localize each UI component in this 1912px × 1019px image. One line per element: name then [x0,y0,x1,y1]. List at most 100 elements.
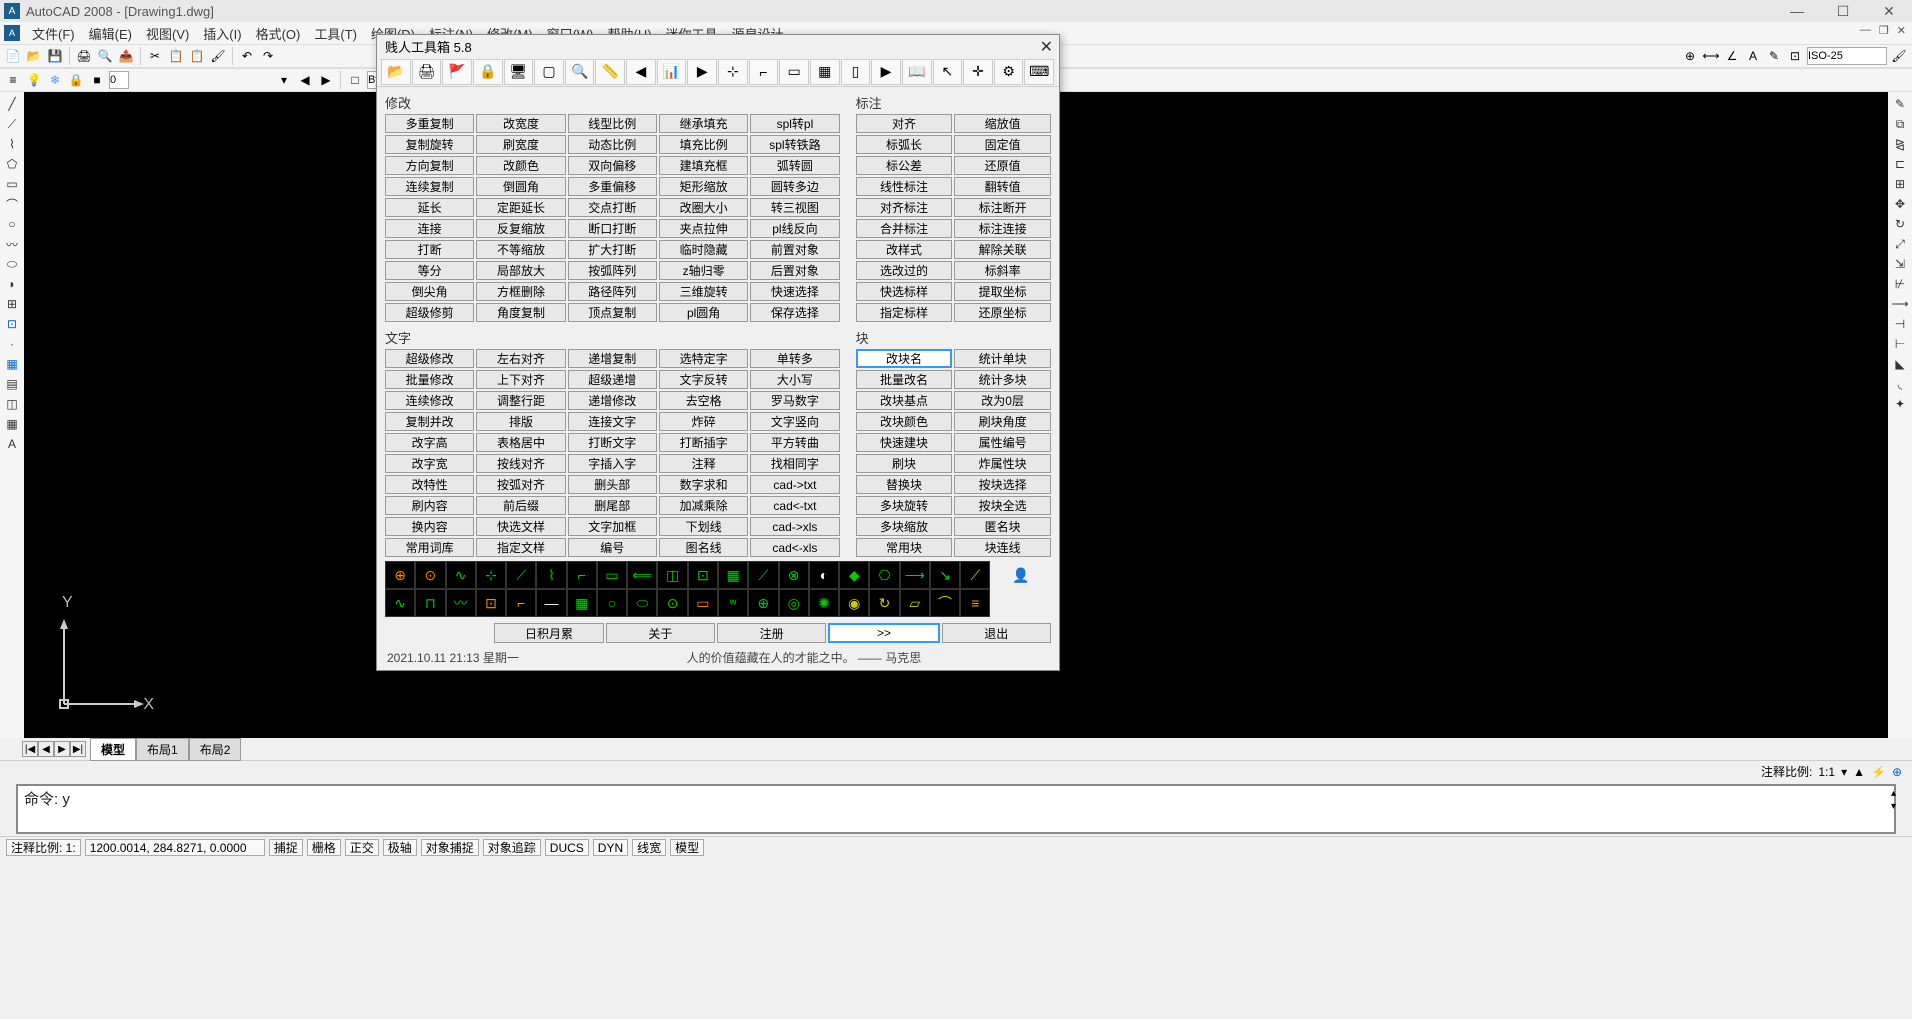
menu-file[interactable]: 文件(F) [26,22,81,45]
modify-button[interactable]: 多重偏移 [568,177,657,196]
strip-icon[interactable]: ◉ [839,589,869,617]
publish-icon[interactable]: 📤 [117,47,135,65]
dt-print-icon[interactable]: 🖨 [412,59,442,85]
strip-icon[interactable]: ⊡ [476,589,506,617]
strip-icon[interactable]: ⊡ [688,561,718,589]
new-icon[interactable]: 📄 [4,47,22,65]
tab-prev-icon[interactable]: ◀ [38,741,54,757]
text-button[interactable]: cad<-txt [750,496,839,515]
strip-icon[interactable]: ⌐ [506,589,536,617]
mdi-close[interactable]: ✕ [1897,24,1906,37]
tab-model[interactable]: 模型 [90,738,136,761]
modify-button[interactable]: 顶点复制 [568,303,657,322]
layer-lock-icon[interactable]: 🔒 [67,71,85,89]
menu-tools[interactable]: 工具(T) [308,22,363,45]
modify-button[interactable]: 刷宽度 [476,135,565,154]
modify-button[interactable]: 超级修剪 [385,303,474,322]
block-button[interactable]: 多块缩放 [856,517,953,536]
modify-button[interactable]: 反复缩放 [476,219,565,238]
text-button[interactable]: 批量修改 [385,370,474,389]
text-button[interactable]: 排版 [476,412,565,431]
undo-icon[interactable]: ↶ [238,47,256,65]
region-icon[interactable]: ◫ [2,395,22,413]
text-button[interactable]: 文字加框 [568,517,657,536]
strip-icon[interactable]: ⊙ [657,589,687,617]
anno-sync-icon[interactable]: ⚡ [1871,765,1886,779]
text-button[interactable]: 编号 [568,538,657,557]
modify-button[interactable]: 矩形缩放 [659,177,748,196]
block-button[interactable]: 替换块 [856,475,953,494]
status-grid[interactable]: 栅格 [307,839,341,856]
spline-icon[interactable]: 〰 [2,235,22,253]
block-button[interactable]: 刷块 [856,454,953,473]
dim-linear-icon[interactable]: ⟷ [1702,47,1720,65]
tab-layout1[interactable]: 布局1 [136,738,189,761]
text-button[interactable]: 去空格 [659,391,748,410]
strip-icon[interactable]: ⊕ [385,561,415,589]
strip-icon[interactable]: ▦ [718,561,748,589]
copy-icon[interactable]: 📋 [167,47,185,65]
print-icon[interactable]: 🖨 [75,47,93,65]
dim-button[interactable]: 固定值 [954,135,1051,154]
dim-angular-icon[interactable]: ∠ [1723,47,1741,65]
command-line[interactable]: 命令: y [16,784,1896,834]
block-button[interactable]: 改块名 [856,349,953,368]
modify-button[interactable]: 保存选择 [750,303,839,322]
line-icon[interactable]: ╱ [2,95,22,113]
strip-icon[interactable]: ∿ [446,561,476,589]
strip-icon[interactable]: — [536,589,566,617]
paste-icon[interactable]: 📋 [188,47,206,65]
block-button[interactable]: 匿名块 [954,517,1051,536]
modify-button[interactable]: 快速选择 [750,282,839,301]
dt-frame-icon[interactable]: ▢ [534,59,564,85]
text-button[interactable]: 大小写 [750,370,839,389]
erase-icon[interactable]: ✎ [1890,95,1910,113]
text-button[interactable]: cad<-xls [750,538,839,557]
modify-button[interactable]: 角度复制 [476,303,565,322]
text-button[interactable]: 文字反转 [659,370,748,389]
dim-button[interactable]: 缩放值 [954,114,1051,133]
block-button[interactable]: 改为0层 [954,391,1051,410]
text-button[interactable]: 左右对齐 [476,349,565,368]
layer-freeze-icon[interactable]: ❄ [46,71,64,89]
text-button[interactable]: 找相同字 [750,454,839,473]
minimize-button[interactable]: — [1774,0,1820,22]
dim-style-icon[interactable]: ⊡ [1786,47,1804,65]
modify-button[interactable]: z轴归零 [659,261,748,280]
text-button[interactable]: cad->xls [750,517,839,536]
layer-state-icon[interactable]: ▾ [275,71,293,89]
text-button[interactable]: 删尾部 [568,496,657,515]
layer-zero[interactable] [109,71,129,89]
anno-dropdown-icon[interactable]: ▾ [1841,765,1847,779]
modify-button[interactable]: 路径阵列 [568,282,657,301]
chamfer-icon[interactable]: ◣ [1890,355,1910,373]
text-button[interactable]: 超级修改 [385,349,474,368]
mdi-restore[interactable]: ❐ [1879,24,1889,37]
text-button[interactable]: 选特定字 [659,349,748,368]
modify-button[interactable]: 倒尖角 [385,282,474,301]
strip-icon[interactable]: ◫ [657,561,687,589]
strip-icon[interactable]: ⊹ [476,561,506,589]
strip-icon[interactable]: ▱ [900,589,930,617]
strip-icon[interactable]: ⟋ [506,561,536,589]
strip-icon[interactable]: ⬭ [627,589,657,617]
modify-button[interactable]: 动态比例 [568,135,657,154]
modify-button[interactable]: 改圈大小 [659,198,748,217]
modify-button[interactable]: pl线反向 [750,219,839,238]
dt-target-icon[interactable]: ✛ [963,59,993,85]
text-button[interactable]: 平方转曲 [750,433,839,452]
modify-button[interactable]: 扩大打断 [568,240,657,259]
text-button[interactable]: 上下对齐 [476,370,565,389]
strip-icon[interactable]: ⟸ [627,561,657,589]
xline-icon[interactable]: ⟋ [2,115,22,133]
footer-btn-register[interactable]: 注册 [717,623,826,643]
text-button[interactable]: 打断文字 [568,433,657,452]
text-button[interactable]: 常用词库 [385,538,474,557]
modify-button[interactable]: 交点打断 [568,198,657,217]
modify-button[interactable]: 圆转多边 [750,177,839,196]
brush-icon[interactable]: 🖌 [1890,47,1908,65]
strip-icon[interactable]: ⌇ [536,561,566,589]
text-button[interactable]: cad->txt [750,475,839,494]
cmd-scroll-up-icon[interactable]: ▴ [1891,788,1896,799]
text-button[interactable]: 单转多 [750,349,839,368]
